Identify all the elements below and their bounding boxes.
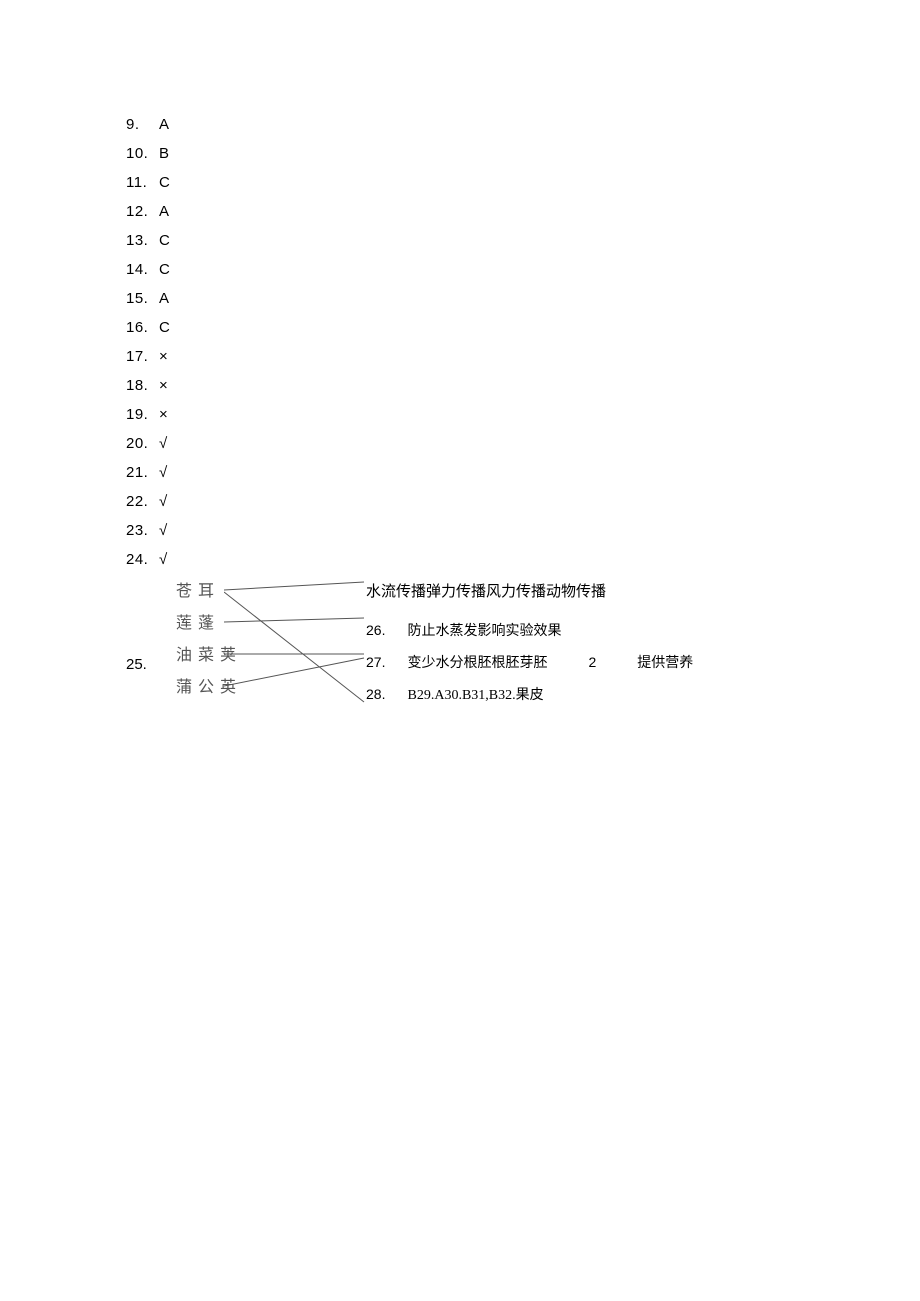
answer-28: 28. B29.A30.B31,B32.果皮 (366, 678, 693, 710)
answer-number: 24. (126, 545, 159, 574)
answer-number: 16. (126, 313, 159, 342)
answer-27: 27. 变少水分根胚根胚芽胚 2 提供营养 (366, 646, 693, 678)
answer-number: 11. (126, 168, 159, 197)
answer-value: A (159, 110, 170, 139)
answer-text: 防止水蒸发影响实验效果 (408, 624, 562, 639)
answer-value: C (159, 168, 170, 197)
answer-number: 20. (126, 429, 159, 458)
answer-row: 12.A (126, 197, 920, 226)
answer-value: C (159, 226, 170, 255)
answer-value: × (159, 400, 168, 429)
answer-text: 提供营养 (637, 656, 693, 671)
answer-row: 22.√ (126, 487, 920, 516)
answer-number: 13. (126, 226, 159, 255)
answer-row: 10.B (126, 139, 920, 168)
q25-right-heading: 水流传播弹力传播风力传播动物传播 (366, 580, 606, 601)
answer-mid: 2 (589, 654, 597, 670)
answer-number: 15. (126, 284, 159, 313)
answer-value: C (159, 255, 170, 284)
answer-value: × (159, 342, 168, 371)
answer-row: 15.A (126, 284, 920, 313)
answer-row: 23.√ (126, 516, 920, 545)
answer-number: 21. (126, 458, 159, 487)
answer-index: 27. (366, 646, 404, 678)
answer-value: A (159, 284, 170, 313)
answer-number: 9. (126, 110, 159, 139)
document-page: 9.A10.B11.C12.A13.C14.C15.A16.C17.×18.×1… (0, 0, 920, 574)
answer-row: 13.C (126, 226, 920, 255)
answer-number: 23. (126, 516, 159, 545)
answer-row: 21.√ (126, 458, 920, 487)
matching-lines-icon (224, 578, 374, 708)
answer-row: 18.× (126, 371, 920, 400)
answer-row: 11.C (126, 168, 920, 197)
answer-number: 22. (126, 487, 159, 516)
answer-list: 9.A10.B11.C12.A13.C14.C15.A16.C17.×18.×1… (126, 110, 920, 574)
answer-value: √ (159, 487, 168, 516)
answer-text: B29.A30.B31,B32.果皮 (408, 688, 544, 703)
answer-value: C (159, 313, 170, 342)
answer-number: 18. (126, 371, 159, 400)
answer-row: 9.A (126, 110, 920, 139)
answer-number: 19. (126, 400, 159, 429)
answer-row: 17.× (126, 342, 920, 371)
answer-value: √ (159, 429, 168, 458)
answer-number: 10. (126, 139, 159, 168)
answer-row: 19.× (126, 400, 920, 429)
answer-text: 变少水分根胚根胚芽胚 (408, 656, 548, 671)
answer-value: √ (159, 458, 168, 487)
answer-row: 14.C (126, 255, 920, 284)
answer-value: B (159, 139, 170, 168)
answer-value: A (159, 197, 170, 226)
answer-index: 28. (366, 678, 404, 710)
answer-number: 12. (126, 197, 159, 226)
answer-number: 17. (126, 342, 159, 371)
answer-value: × (159, 371, 168, 400)
answer-row: 16.C (126, 313, 920, 342)
answer-index: 26. (366, 614, 404, 646)
answer-value: √ (159, 516, 168, 545)
answer-row: 20.√ (126, 429, 920, 458)
answer-row: 24.√ (126, 545, 920, 574)
answer-number: 14. (126, 255, 159, 284)
q25-right-answers: 26. 防止水蒸发影响实验效果 27. 变少水分根胚根胚芽胚 2 提供营养 28… (366, 614, 693, 710)
answer-26: 26. 防止水蒸发影响实验效果 (366, 614, 693, 646)
answer-value: √ (159, 545, 168, 574)
q25-number: 25. (126, 656, 147, 673)
